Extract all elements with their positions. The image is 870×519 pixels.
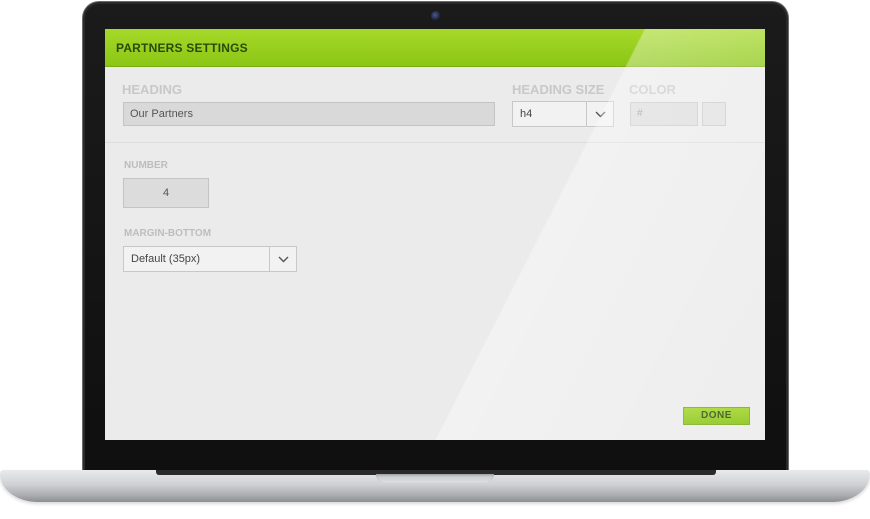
modal-title-bar: PARTNERS SETTINGS xyxy=(105,29,765,67)
chevron-down-icon[interactable] xyxy=(269,247,296,271)
camera-icon xyxy=(431,11,441,21)
color-swatch[interactable] xyxy=(702,102,726,126)
number-input[interactable]: 4 xyxy=(123,178,209,208)
done-button[interactable]: DONE xyxy=(683,407,750,425)
laptop-notch xyxy=(376,474,494,483)
margin-bottom-value: Default (35px) xyxy=(131,253,201,265)
section-divider xyxy=(105,142,765,143)
margin-bottom-label: MARGIN-BOTTOM xyxy=(124,228,212,239)
number-label: NUMBER xyxy=(124,160,168,171)
settings-modal: PARTNERS SETTINGS HEADING Our Partners H… xyxy=(105,29,765,440)
heading-size-label: HEADING SIZE xyxy=(512,82,605,97)
heading-size-value: h4 xyxy=(520,108,533,120)
chevron-down-icon[interactable] xyxy=(586,102,613,126)
heading-input[interactable]: Our Partners xyxy=(123,102,495,126)
margin-bottom-select[interactable]: Default (35px) xyxy=(123,246,297,272)
modal-title: PARTNERS SETTINGS xyxy=(116,41,248,55)
heading-size-select[interactable]: h4 xyxy=(512,101,614,127)
color-label: COLOR xyxy=(629,82,676,97)
heading-label: HEADING xyxy=(122,82,182,97)
color-input[interactable]: # xyxy=(630,102,698,126)
